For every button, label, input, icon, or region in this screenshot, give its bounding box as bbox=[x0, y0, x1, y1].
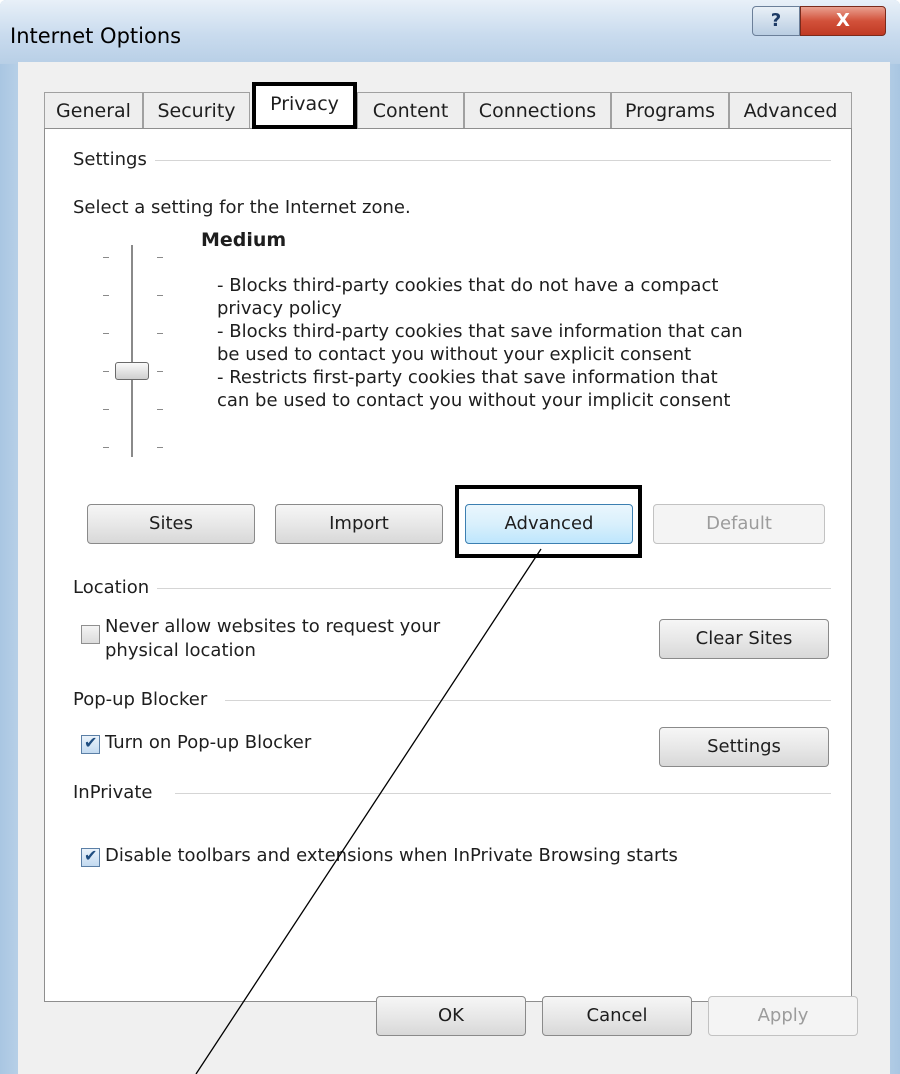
tab-privacy[interactable]: Privacy bbox=[252, 82, 357, 129]
pointer-line bbox=[195, 548, 542, 1074]
annotation-pointer-line bbox=[195, 548, 542, 1074]
